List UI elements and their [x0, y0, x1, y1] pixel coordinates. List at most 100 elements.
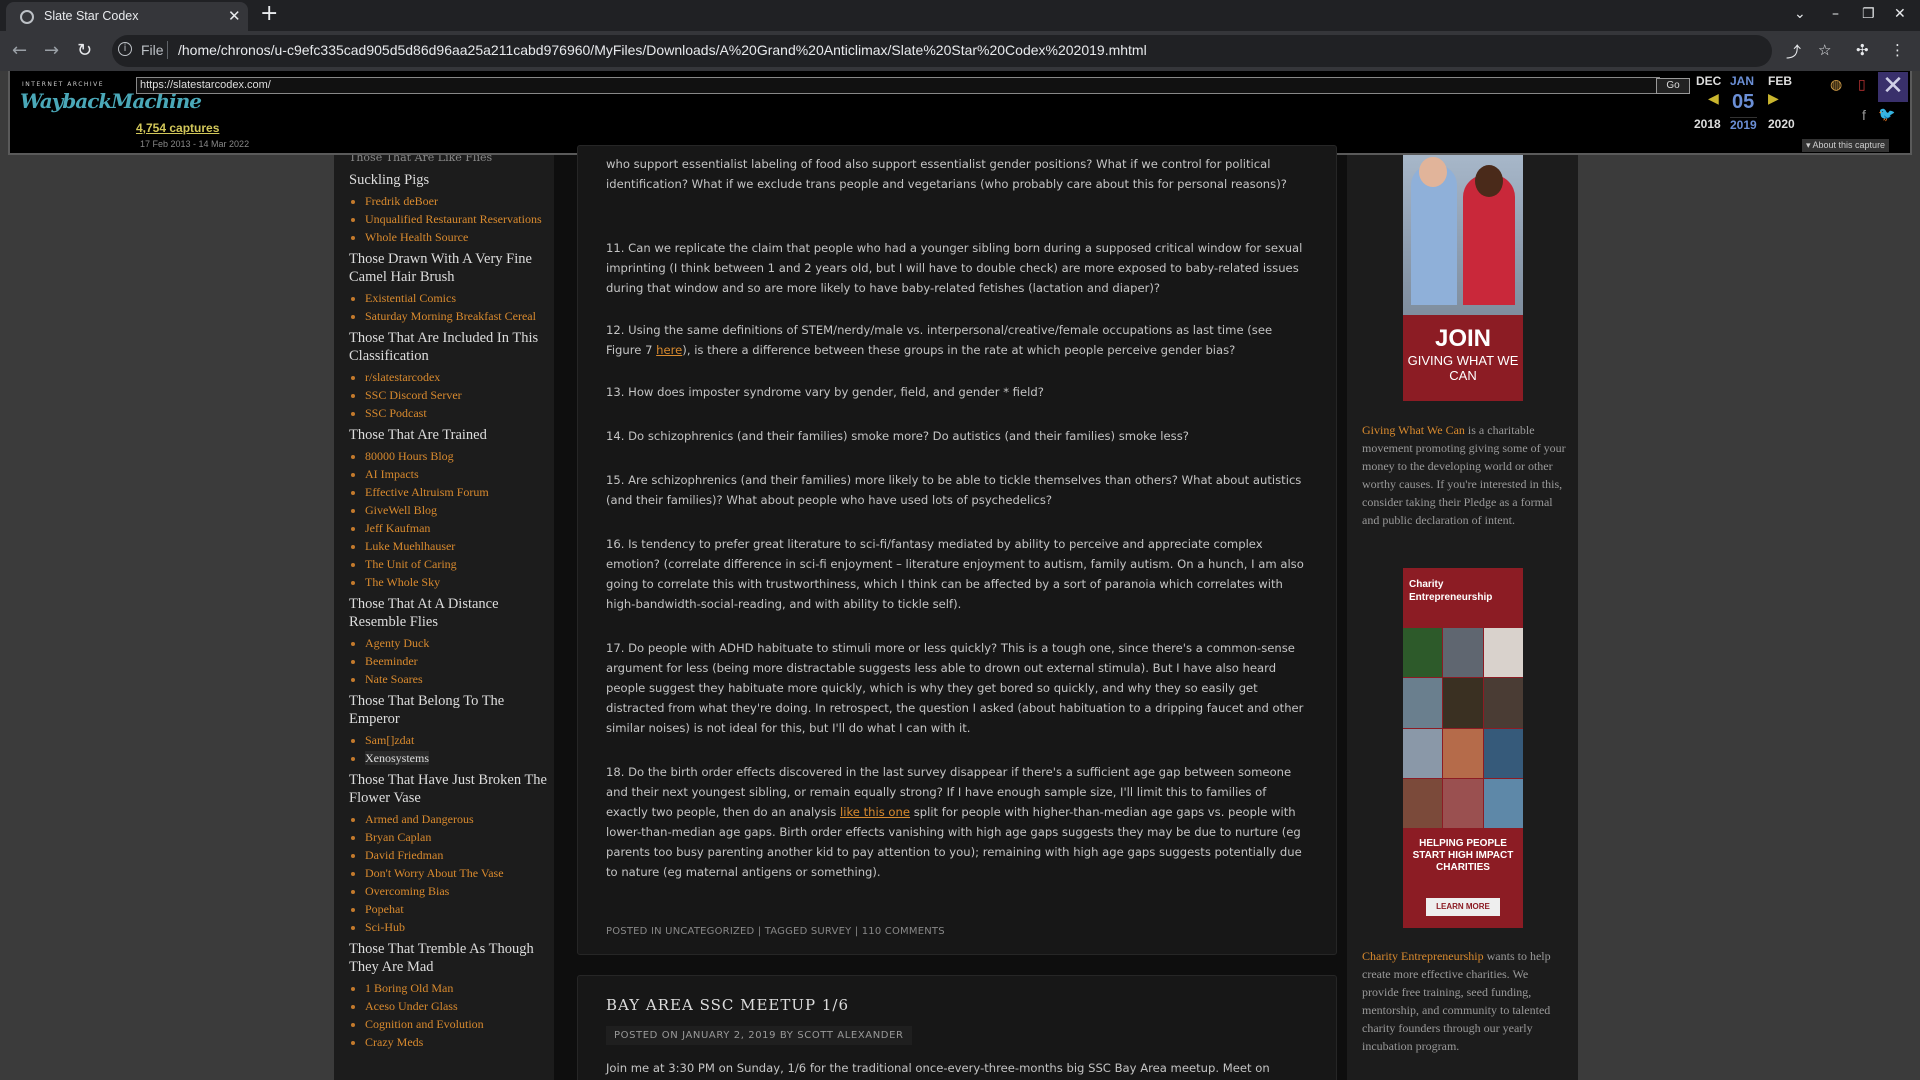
sidebar-link-text[interactable]: Don't Worry About The Vase: [365, 866, 504, 880]
sidebar-link-text[interactable]: Agenty Duck: [365, 636, 429, 650]
sidebar-link-text[interactable]: GiveWell Blog: [365, 503, 437, 517]
share-icon[interactable]: ⤴: [1786, 41, 1801, 62]
sidebar-link[interactable]: 1 Boring Old Man: [365, 979, 549, 997]
sidebar-link[interactable]: David Friedman: [365, 846, 549, 864]
sidebar-link[interactable]: Jeff Kaufman: [365, 519, 549, 537]
sidebar-link-text[interactable]: AI Impacts: [365, 467, 419, 481]
sidebar-link[interactable]: Cognition and Evolution: [365, 1015, 549, 1033]
charity-entrepreneurship-ad[interactable]: Charity Entrepreneurship HELPING PEOPLE …: [1403, 568, 1523, 928]
sidebar-link[interactable]: Luke Muehlhauser: [365, 537, 549, 555]
sidebar-link[interactable]: Don't Worry About The Vase: [365, 864, 549, 882]
sidebar-link-text[interactable]: 1 Boring Old Man: [365, 981, 453, 995]
sidebar-link[interactable]: Sci-Hub: [365, 918, 549, 936]
learn-more-button[interactable]: LEARN MORE: [1426, 898, 1500, 916]
sidebar-link-text[interactable]: Crazy Meds: [365, 1035, 423, 1049]
sidebar-link-text[interactable]: Sci-Hub: [365, 920, 405, 934]
giving-what-we-can-link[interactable]: Giving What We Can: [1362, 423, 1465, 437]
alert-icon[interactable]: ▯: [1858, 76, 1866, 93]
user-icon[interactable]: ◍: [1830, 76, 1842, 93]
sidebar-link-text[interactable]: Overcoming Bias: [365, 884, 449, 898]
sidebar-link[interactable]: Xenosystems: [365, 749, 549, 767]
minimize-icon[interactable]: –: [1832, 6, 1839, 22]
sidebar-link-text[interactable]: 80000 Hours Blog: [365, 449, 454, 463]
close-wayback-icon[interactable]: ✕: [1878, 72, 1908, 102]
sidebar-link[interactable]: Saturday Morning Breakfast Cereal: [365, 307, 549, 325]
wayback-url-input[interactable]: https://slatestarcodex.com/: [136, 77, 1660, 94]
sidebar-link-text[interactable]: Bryan Caplan: [365, 830, 431, 844]
close-window-icon[interactable]: ✕: [1894, 6, 1906, 22]
sidebar-link-text[interactable]: Fredrik deBoer: [365, 194, 438, 208]
sidebar-link[interactable]: Fredrik deBoer: [365, 192, 549, 210]
sidebar-link[interactable]: Crazy Meds: [365, 1033, 549, 1051]
next-month-link[interactable]: FEB: [1768, 74, 1792, 88]
sidebar-link-text[interactable]: SSC Discord Server: [365, 388, 462, 402]
menu-icon[interactable]: ⋮: [1890, 41, 1905, 59]
sidebar-link-text[interactable]: Saturday Morning Breakfast Cereal: [365, 309, 536, 323]
sidebar-link[interactable]: SSC Podcast: [365, 404, 549, 422]
info-icon[interactable]: i: [118, 42, 132, 56]
sidebar-link[interactable]: Nate Soares: [365, 670, 549, 688]
sidebar-link-text[interactable]: Jeff Kaufman: [365, 521, 430, 535]
sidebar-link[interactable]: GiveWell Blog: [365, 501, 549, 519]
forward-icon[interactable]: →: [44, 40, 59, 61]
sidebar-link-text[interactable]: Unqualified Restaurant Reservations: [365, 212, 542, 226]
sidebar-link-text[interactable]: The Whole Sky: [365, 575, 440, 589]
next-year-link[interactable]: 2020: [1768, 117, 1795, 131]
url-text[interactable]: /home/chronos/u-c9efc335cad905d5d86d96aa…: [178, 42, 1147, 58]
sidebar-link-text[interactable]: Armed and Dangerous: [365, 812, 474, 826]
sidebar-link-text[interactable]: Whole Health Source: [365, 230, 468, 244]
tag-link[interactable]: SURVEY: [811, 926, 852, 937]
reload-icon[interactable]: ↻: [77, 40, 92, 61]
sidebar-link[interactable]: Whole Health Source: [365, 228, 549, 246]
prev-month-link[interactable]: DEC: [1696, 74, 1721, 88]
address-bar[interactable]: i File /home/chronos/u-c9efc335cad905d5d…: [112, 35, 1772, 67]
sidebar-link[interactable]: The Whole Sky: [365, 573, 549, 591]
next-capture-arrow-icon[interactable]: ▶: [1768, 91, 1779, 107]
sidebar-link[interactable]: AI Impacts: [365, 465, 549, 483]
sidebar-link[interactable]: The Unit of Caring: [365, 555, 549, 573]
bookmark-star-icon[interactable]: ☆: [1818, 41, 1831, 59]
sidebar-link-text[interactable]: Popehat: [365, 902, 404, 916]
sidebar-link-text[interactable]: David Friedman: [365, 848, 443, 862]
sidebar-link[interactable]: Overcoming Bias: [365, 882, 549, 900]
sidebar-link[interactable]: Existential Comics: [365, 289, 549, 307]
sidebar-link-text[interactable]: The Unit of Caring: [365, 557, 457, 571]
comments-link[interactable]: 110 COMMENTS: [862, 926, 945, 937]
prev-capture-arrow-icon[interactable]: ◀: [1708, 91, 1719, 107]
extensions-icon[interactable]: ✣: [1856, 41, 1869, 59]
post-title[interactable]: BAY AREA SSC MEETUP 1/6: [606, 996, 849, 1014]
sidebar-link-text[interactable]: Aceso Under Glass: [365, 999, 458, 1013]
restore-icon[interactable]: ❐: [1862, 6, 1875, 22]
sidebar-link-text[interactable]: Xenosystems: [365, 751, 429, 765]
back-icon[interactable]: ←: [12, 40, 27, 61]
sidebar-link[interactable]: Beeminder: [365, 652, 549, 670]
twitter-icon[interactable]: 🐦: [1878, 106, 1895, 123]
category-link[interactable]: UNCATEGORIZED: [665, 926, 754, 937]
sidebar-link[interactable]: Agenty Duck: [365, 634, 549, 652]
wayback-go-button[interactable]: Go: [1656, 78, 1690, 94]
tab-search-icon[interactable]: ⌄: [1794, 6, 1806, 22]
sidebar-link-text[interactable]: Existential Comics: [365, 291, 456, 305]
giving-what-we-can-ad[interactable]: JOIN GIVING WHAT WE CAN: [1403, 155, 1523, 401]
sidebar-link[interactable]: Armed and Dangerous: [365, 810, 549, 828]
sidebar-link-text[interactable]: Beeminder: [365, 654, 418, 668]
charity-entrepreneurship-link[interactable]: Charity Entrepreneurship: [1362, 949, 1484, 963]
sidebar-link-text[interactable]: Effective Altruism Forum: [365, 485, 489, 499]
new-tab-icon[interactable]: +: [260, 3, 278, 25]
here-link[interactable]: here: [656, 343, 682, 357]
sidebar-link-text[interactable]: r/slatestarcodex: [365, 370, 440, 384]
sidebar-link-text[interactable]: Luke Muehlhauser: [365, 539, 455, 553]
captures-link[interactable]: 4,754 captures: [136, 121, 219, 135]
sidebar-link[interactable]: Unqualified Restaurant Reservations: [365, 210, 549, 228]
like-this-one-link[interactable]: like this one: [840, 805, 910, 819]
sidebar-link-text[interactable]: Sam[]zdat: [365, 733, 414, 747]
sidebar-link[interactable]: Effective Altruism Forum: [365, 483, 549, 501]
sidebar-link[interactable]: Popehat: [365, 900, 549, 918]
prev-year-link[interactable]: 2018: [1694, 117, 1721, 131]
sidebar-link[interactable]: SSC Discord Server: [365, 386, 549, 404]
sidebar-link[interactable]: Aceso Under Glass: [365, 997, 549, 1015]
close-tab-icon[interactable]: ✕: [228, 7, 241, 25]
sidebar-link[interactable]: Bryan Caplan: [365, 828, 549, 846]
facebook-icon[interactable]: f: [1862, 107, 1866, 123]
about-capture-link[interactable]: ▾ About this capture: [1802, 139, 1890, 152]
